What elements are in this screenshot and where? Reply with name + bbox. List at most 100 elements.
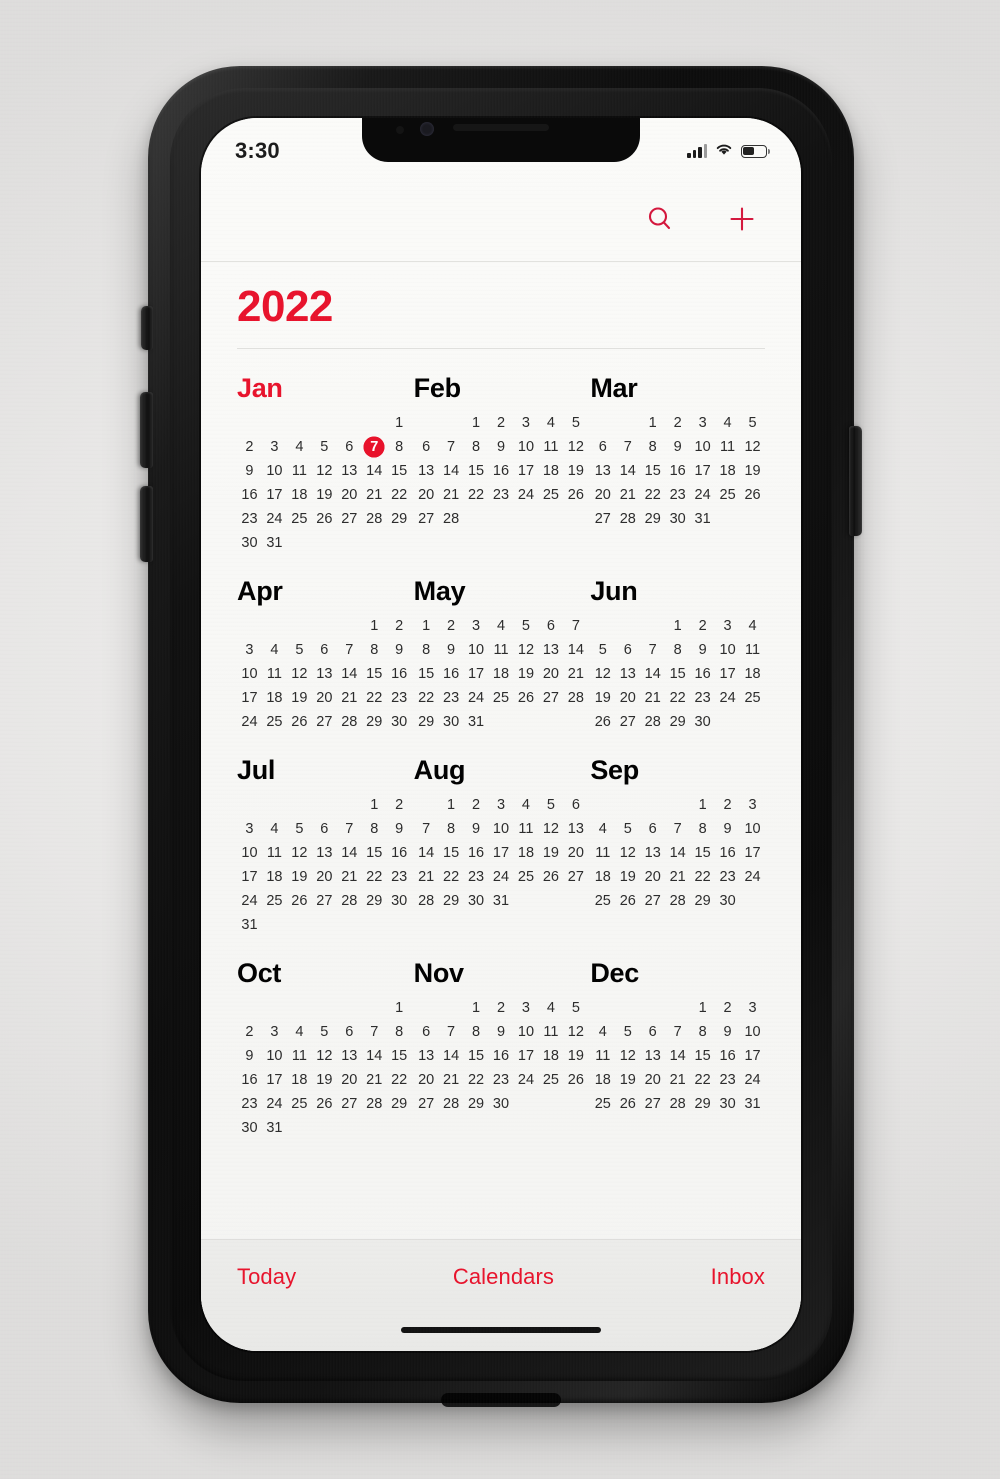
day-cell[interactable]: 31 — [740, 1093, 765, 1115]
day-cell[interactable]: 30 — [387, 711, 412, 733]
day-cell[interactable]: 31 — [237, 914, 262, 936]
day-cell[interactable]: 13 — [615, 663, 640, 685]
day-cell[interactable]: 14 — [362, 1045, 387, 1067]
day-cell[interactable]: 4 — [513, 794, 538, 816]
day-cell[interactable]: 18 — [590, 866, 615, 888]
day-cell[interactable]: 18 — [287, 484, 312, 506]
day-cell[interactable]: 10 — [690, 436, 715, 458]
day-cell[interactable]: 18 — [489, 663, 514, 685]
day-cell[interactable]: 7 — [362, 1021, 387, 1043]
day-cell[interactable]: 15 — [387, 460, 412, 482]
day-cell[interactable]: 28 — [414, 890, 439, 912]
day-cell[interactable]: 8 — [362, 639, 387, 661]
day-cell[interactable]: 28 — [563, 687, 588, 709]
day-cell[interactable]: 29 — [414, 711, 439, 733]
day-cell[interactable]: 23 — [489, 1069, 514, 1091]
day-cell[interactable]: 1 — [640, 412, 665, 434]
month-aug[interactable]: Aug.123456789101112131415161718192021222… — [414, 741, 589, 936]
day-cell[interactable]: 4 — [489, 615, 514, 637]
day-cell[interactable]: 30 — [715, 1093, 740, 1115]
day-cell[interactable]: 23 — [387, 866, 412, 888]
day-cell[interactable]: 6 — [538, 615, 563, 637]
day-cell[interactable]: 14 — [640, 663, 665, 685]
day-cell[interactable]: 23 — [690, 687, 715, 709]
day-cell[interactable]: 17 — [237, 866, 262, 888]
day-cell[interactable]: 6 — [640, 818, 665, 840]
day-cell[interactable]: 21 — [665, 866, 690, 888]
day-cell[interactable]: 26 — [615, 1093, 640, 1115]
month-feb[interactable]: Feb..12345678910111213141516171819202122… — [414, 359, 589, 554]
day-cell[interactable]: 22 — [439, 866, 464, 888]
day-cell[interactable]: 6 — [312, 818, 337, 840]
day-cell[interactable]: 20 — [538, 663, 563, 685]
day-cell[interactable]: 7 — [665, 818, 690, 840]
day-cell[interactable]: 8 — [690, 1021, 715, 1043]
day-cell[interactable]: 15 — [439, 842, 464, 864]
volume-up-button[interactable] — [140, 392, 153, 468]
day-cell[interactable]: 22 — [362, 687, 387, 709]
day-cell[interactable]: 5 — [563, 412, 588, 434]
plus-icon[interactable] — [725, 202, 759, 236]
day-cell[interactable]: 22 — [464, 1069, 489, 1091]
day-cell[interactable]: 22 — [665, 687, 690, 709]
day-cell[interactable]: 13 — [312, 663, 337, 685]
day-cell[interactable]: 24 — [740, 1069, 765, 1091]
day-cell[interactable]: 14 — [337, 663, 362, 685]
day-cell[interactable]: 21 — [640, 687, 665, 709]
day-cell[interactable]: 7 — [337, 639, 362, 661]
day-cell[interactable]: 21 — [362, 484, 387, 506]
day-cell[interactable]: 25 — [590, 1093, 615, 1115]
day-cell[interactable]: 15 — [362, 663, 387, 685]
day-cell-today[interactable]: 7 — [362, 436, 387, 458]
day-cell[interactable]: 4 — [262, 639, 287, 661]
day-cell[interactable]: 2 — [715, 794, 740, 816]
day-cell[interactable]: 31 — [489, 890, 514, 912]
day-cell[interactable]: 25 — [489, 687, 514, 709]
day-cell[interactable]: 19 — [287, 687, 312, 709]
day-cell[interactable]: 10 — [489, 818, 514, 840]
day-cell[interactable]: 12 — [563, 436, 588, 458]
day-cell[interactable]: 19 — [312, 484, 337, 506]
day-cell[interactable]: 14 — [665, 1045, 690, 1067]
day-cell[interactable]: 21 — [362, 1069, 387, 1091]
day-cell[interactable]: 26 — [538, 866, 563, 888]
day-cell[interactable]: 28 — [439, 508, 464, 530]
day-cell[interactable]: 22 — [414, 687, 439, 709]
day-cell[interactable]: 14 — [337, 842, 362, 864]
day-cell[interactable]: 6 — [312, 639, 337, 661]
day-cell[interactable]: 11 — [489, 639, 514, 661]
day-cell[interactable]: 3 — [690, 412, 715, 434]
day-cell[interactable]: 29 — [439, 890, 464, 912]
day-cell[interactable]: 28 — [665, 890, 690, 912]
day-cell[interactable]: 12 — [312, 460, 337, 482]
day-cell[interactable]: 5 — [312, 1021, 337, 1043]
day-cell[interactable]: 29 — [640, 508, 665, 530]
day-cell[interactable]: 17 — [262, 484, 287, 506]
month-nov[interactable]: Nov..12345678910111213141516171819202122… — [414, 944, 589, 1139]
day-cell[interactable]: 19 — [513, 663, 538, 685]
month-mar[interactable]: Mar..12345678910111213141516171819202122… — [590, 359, 765, 554]
day-cell[interactable]: 3 — [464, 615, 489, 637]
day-cell[interactable]: 20 — [414, 1069, 439, 1091]
day-cell[interactable]: 6 — [337, 1021, 362, 1043]
day-cell[interactable]: 9 — [715, 818, 740, 840]
month-jul[interactable]: Jul.....12345678910111213141516171819202… — [237, 741, 412, 936]
day-cell[interactable]: 3 — [262, 436, 287, 458]
day-cell[interactable]: 2 — [387, 615, 412, 637]
day-cell[interactable]: 12 — [513, 639, 538, 661]
day-cell[interactable]: 21 — [414, 866, 439, 888]
day-cell[interactable]: 20 — [414, 484, 439, 506]
day-cell[interactable]: 13 — [414, 460, 439, 482]
day-cell[interactable]: 3 — [740, 997, 765, 1019]
day-cell[interactable]: 12 — [615, 1045, 640, 1067]
day-cell[interactable]: 25 — [513, 866, 538, 888]
day-cell[interactable]: 13 — [337, 1045, 362, 1067]
day-cell[interactable]: 11 — [287, 1045, 312, 1067]
day-cell[interactable]: 1 — [362, 615, 387, 637]
day-cell[interactable]: 2 — [464, 794, 489, 816]
day-cell[interactable]: 26 — [590, 711, 615, 733]
day-cell[interactable]: 19 — [287, 866, 312, 888]
day-cell[interactable]: 29 — [690, 1093, 715, 1115]
day-cell[interactable]: 30 — [665, 508, 690, 530]
day-cell[interactable]: 11 — [513, 818, 538, 840]
